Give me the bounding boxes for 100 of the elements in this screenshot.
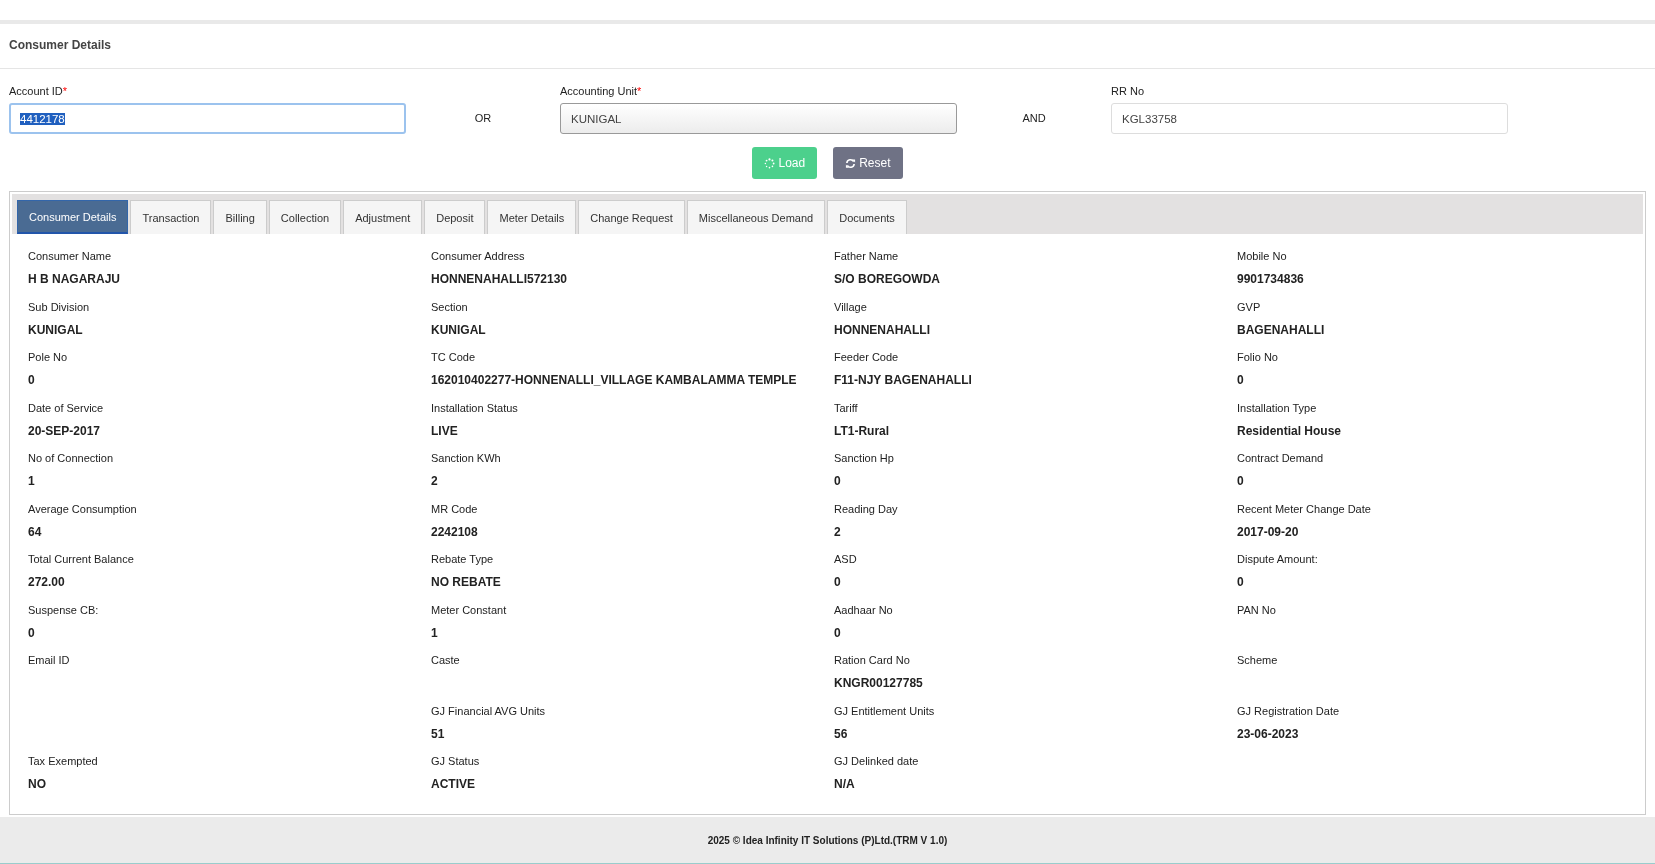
detail-label: GJ Status bbox=[431, 755, 481, 767]
detail-label: Date of Service bbox=[28, 401, 105, 414]
detail-label: GJ Registration Date bbox=[1237, 704, 1341, 717]
detail-label: Pole No bbox=[28, 351, 69, 363]
detail-value: F11-NJY BAGENAHALLI bbox=[834, 373, 973, 387]
detail-value: HONNENAHALLI bbox=[834, 322, 931, 337]
reset-button[interactable]: Reset bbox=[833, 147, 903, 179]
detail-label: Suspense CB: bbox=[28, 603, 100, 616]
detail-value: 23-06-2023 bbox=[1237, 726, 1300, 741]
field-label: Account ID* bbox=[9, 85, 69, 97]
tab[interactable]: Meter Details bbox=[487, 200, 577, 234]
connector-text: AND bbox=[1021, 111, 1047, 126]
detail-label: Total Current Balance bbox=[28, 553, 135, 565]
detail-value: 56 bbox=[834, 726, 849, 741]
detail-label: Village bbox=[834, 300, 868, 313]
detail-value: KUNIGAL bbox=[28, 322, 84, 337]
tab[interactable]: Adjustment bbox=[343, 200, 423, 234]
detail-label: Tariff bbox=[834, 401, 859, 414]
detail-label: Contract Demand bbox=[1237, 452, 1325, 464]
detail-label: Aadhaar No bbox=[834, 603, 894, 616]
detail-value: HONNENAHALLI572130 bbox=[431, 272, 569, 286]
detail-label: Installation Status bbox=[431, 401, 519, 414]
detail-label: Meter Constant bbox=[431, 603, 508, 616]
detail-label: Father Name bbox=[834, 250, 900, 262]
detail-value: 1 bbox=[431, 625, 439, 640]
detail-label: Average Consumption bbox=[28, 502, 138, 515]
detail-label: ASD bbox=[834, 553, 858, 565]
detail-value: 51 bbox=[431, 726, 446, 741]
detail-value: LIVE bbox=[431, 423, 459, 438]
detail-value: S/O BOREGOWDA bbox=[834, 272, 941, 286]
detail-label: Sanction Hp bbox=[834, 452, 895, 464]
detail-label: Tax Exempted bbox=[28, 755, 99, 767]
detail-label: Reading Day bbox=[834, 502, 899, 515]
detail-label: Installation Type bbox=[1237, 401, 1318, 414]
detail-value: KNGR00127785 bbox=[834, 676, 924, 690]
detail-label: No of Connection bbox=[28, 452, 114, 464]
detail-value: 0 bbox=[28, 625, 36, 640]
detail-label: Sub Division bbox=[28, 300, 91, 313]
detail-value: 2 bbox=[834, 524, 842, 539]
detail-value: NO bbox=[28, 777, 47, 791]
tab[interactable]: Deposit bbox=[424, 200, 486, 234]
detail-label: Recent Meter Change Date bbox=[1237, 502, 1372, 515]
detail-label: Scheme bbox=[1237, 654, 1279, 666]
page-title: Consumer Details bbox=[0, 24, 1655, 69]
tab[interactable]: Consumer Details bbox=[17, 200, 129, 234]
tab[interactable]: Change Request bbox=[578, 200, 685, 234]
detail-label: GVP bbox=[1237, 300, 1262, 313]
detail-label: Folio No bbox=[1237, 351, 1279, 363]
detail-value: KUNIGAL bbox=[431, 322, 487, 337]
detail-value: 2 bbox=[431, 474, 439, 488]
input-field[interactable]: KGL33758 bbox=[1111, 103, 1508, 134]
footer-text: 2025 © Idea Infinity IT Solutions (P)Ltd.(TRM V 1.0) bbox=[707, 834, 948, 846]
tab[interactable]: Billing bbox=[213, 200, 267, 234]
detail-value: 0 bbox=[1237, 575, 1245, 589]
detail-value: 162010402277-HONNENALLI_VILLAGE KAMBALAMMA TEMPLE bbox=[431, 373, 798, 387]
detail-label: PAN No bbox=[1237, 603, 1277, 616]
detail-label: Consumer Address bbox=[431, 250, 526, 262]
detail-label: Sanction KWh bbox=[431, 452, 502, 464]
detail-value: 0 bbox=[1237, 373, 1245, 387]
detail-value: 0 bbox=[1237, 474, 1245, 488]
detail-value: NO REBATE bbox=[431, 575, 502, 589]
tab[interactable]: Collection bbox=[268, 200, 342, 234]
detail-label: GJ Delinked date bbox=[834, 755, 920, 767]
detail-value: 0 bbox=[28, 373, 36, 387]
detail-label: Rebate Type bbox=[431, 553, 495, 565]
field-label: Accounting Unit* bbox=[560, 85, 643, 97]
tab[interactable]: Miscellaneous Demand bbox=[686, 200, 826, 234]
select-field[interactable]: KUNIGAL bbox=[560, 103, 957, 134]
detail-label: Dispute Amount: bbox=[1237, 553, 1319, 565]
detail-value: 1 bbox=[28, 474, 36, 488]
detail-value: ACTIVE bbox=[431, 777, 476, 791]
detail-value: 272.00 bbox=[28, 575, 66, 589]
detail-label: TC Code bbox=[431, 351, 477, 363]
detail-value: H B NAGARAJU bbox=[28, 272, 121, 286]
field-label: RR No bbox=[1111, 85, 1145, 97]
detail-label: GJ Entitlement Units bbox=[834, 704, 936, 717]
detail-label: MR Code bbox=[431, 502, 479, 515]
detail-label: Caste bbox=[431, 654, 461, 666]
detail-label: Mobile No bbox=[1237, 250, 1288, 262]
detail-value: 0 bbox=[834, 575, 842, 589]
detail-value: 2017-09-20 bbox=[1237, 524, 1300, 539]
detail-label: GJ Financial AVG Units bbox=[431, 704, 547, 717]
detail-label: Consumer Name bbox=[28, 250, 113, 262]
detail-value: Residential House bbox=[1237, 423, 1343, 438]
connector-text: OR bbox=[473, 111, 493, 126]
tab[interactable]: Documents bbox=[827, 200, 907, 234]
tab[interactable]: Transaction bbox=[130, 200, 212, 234]
detail-label: Ration Card No bbox=[834, 654, 911, 666]
detail-label: Feeder Code bbox=[834, 351, 900, 363]
detail-value: 0 bbox=[834, 474, 842, 488]
detail-value: 64 bbox=[28, 524, 43, 539]
detail-label: Email ID bbox=[28, 654, 71, 666]
input-field[interactable]: 4412178 bbox=[9, 103, 406, 134]
detail-value: 9901734836 bbox=[1237, 272, 1305, 286]
detail-label: Section bbox=[431, 300, 469, 313]
detail-value: 0 bbox=[834, 625, 842, 640]
spinner-icon bbox=[764, 157, 776, 169]
detail-value: 2242108 bbox=[431, 524, 479, 539]
detail-value: N/A bbox=[834, 777, 856, 791]
detail-value: 20-SEP-2017 bbox=[28, 423, 102, 438]
